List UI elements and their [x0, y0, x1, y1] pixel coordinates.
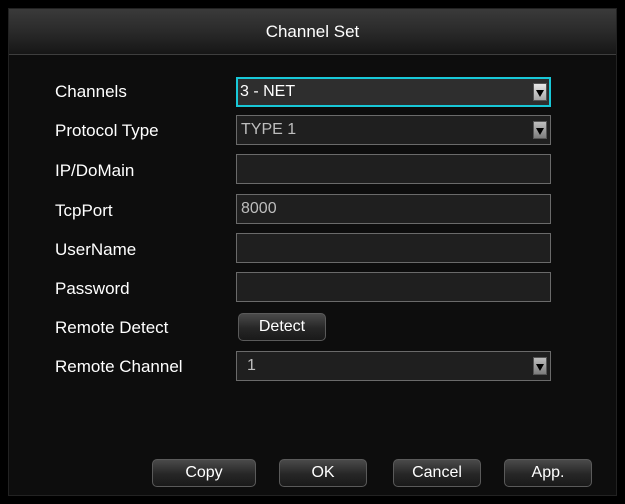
protocol-type-select[interactable]: TYPE 1	[236, 115, 551, 145]
ip-domain-input[interactable]	[236, 154, 551, 184]
channels-select[interactable]: 3 - NET	[236, 77, 551, 107]
protocol-type-value: TYPE 1	[241, 121, 297, 138]
detect-button[interactable]: Detect	[238, 313, 326, 341]
copy-button[interactable]: Copy	[152, 459, 256, 487]
user-name-input[interactable]	[236, 233, 551, 263]
channel-set-dialog: Channel Set Channels 3 - NET Protocol Ty…	[8, 8, 617, 496]
ip-domain-label: IP/DoMain	[55, 161, 135, 180]
apply-button[interactable]: App.	[504, 459, 592, 487]
channels-value: 3 - NET	[240, 83, 296, 100]
password-label: Password	[55, 279, 130, 298]
protocol-type-label: Protocol Type	[55, 121, 159, 140]
cancel-button[interactable]: Cancel	[393, 459, 481, 487]
remote-channel-value: 1	[247, 357, 256, 374]
user-name-label: UserName	[55, 240, 137, 259]
channels-label: Channels	[55, 82, 127, 101]
chevron-down-icon[interactable]	[533, 121, 547, 139]
ok-button[interactable]: OK	[279, 459, 367, 487]
remote-channel-select[interactable]: 1	[236, 351, 551, 381]
remote-detect-label: Remote Detect	[55, 318, 169, 337]
tcp-port-label: TcpPort	[55, 201, 113, 220]
tcp-port-input[interactable]: 8000	[236, 194, 551, 224]
password-input[interactable]	[236, 272, 551, 302]
dialog-title: Channel Set	[9, 9, 616, 55]
chevron-down-icon[interactable]	[533, 357, 547, 375]
remote-channel-label: Remote Channel	[55, 357, 183, 376]
chevron-down-icon[interactable]	[533, 83, 547, 101]
